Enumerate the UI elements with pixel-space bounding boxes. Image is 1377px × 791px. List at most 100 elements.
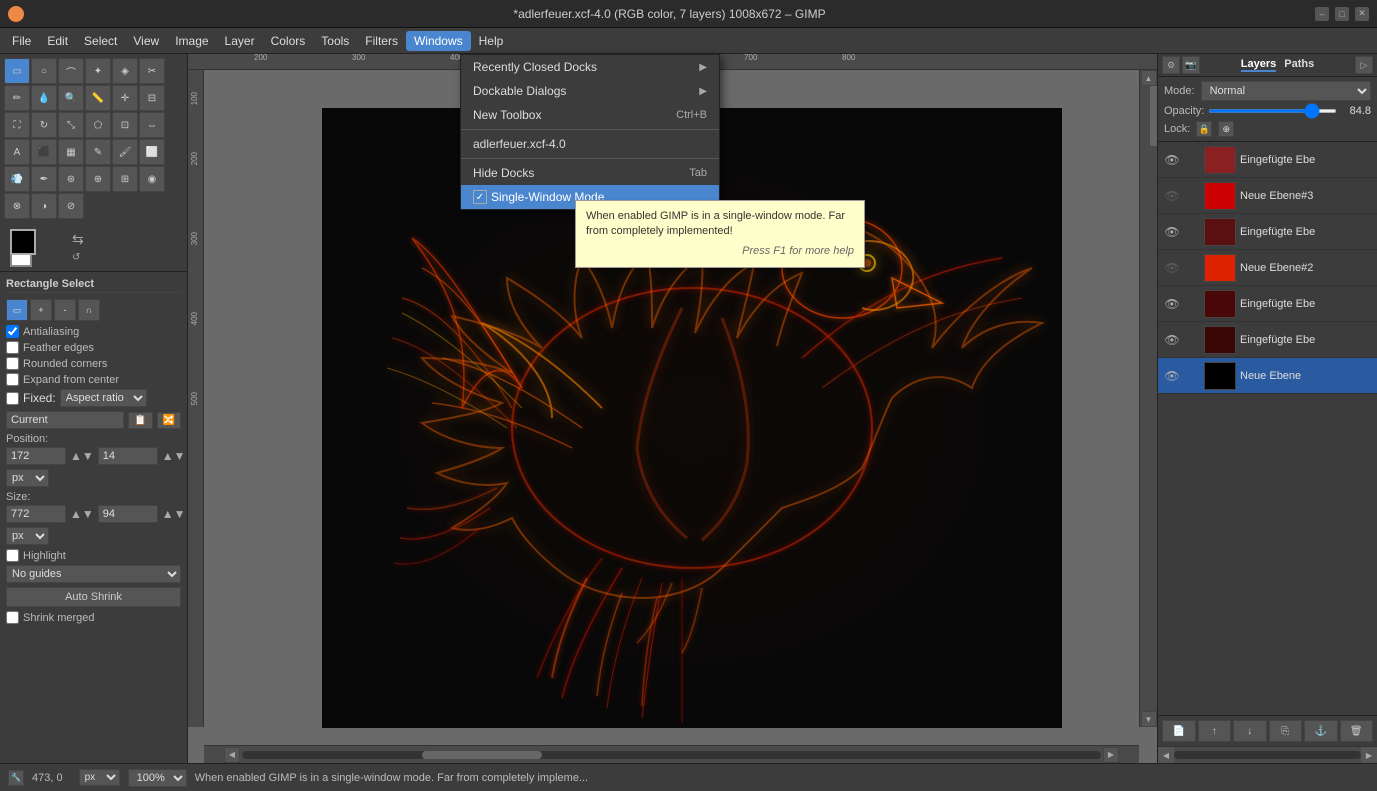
fixed-value-btn2[interactable]: 🔀 <box>157 412 181 429</box>
layer-visibility-toggle[interactable]: 👁 <box>1164 332 1180 348</box>
tool-eraser[interactable]: ⬜ <box>139 139 165 165</box>
tool-scissors[interactable]: ✂ <box>139 58 165 84</box>
layer-row[interactable]: 👁 Eingefügte Ebe <box>1158 214 1377 250</box>
tool-smudge[interactable]: ⊗ <box>4 193 30 219</box>
layer-mode-select[interactable]: Normal Multiply Screen Overlay Dodge Bur… <box>1201 81 1371 101</box>
vscroll-thumb[interactable] <box>1150 86 1158 146</box>
menu-view[interactable]: View <box>125 31 167 51</box>
tool-text[interactable]: A <box>4 139 30 165</box>
tool-rotate[interactable]: ↻ <box>31 112 57 138</box>
fixed-option-select[interactable]: Aspect ratio Width/Height Size <box>60 389 147 407</box>
tool-select-by-color[interactable]: ◈ <box>112 58 138 84</box>
layer-visibility-toggle[interactable]: 👁 <box>1164 368 1180 384</box>
menu-tools[interactable]: Tools <box>313 31 357 51</box>
tool-flip[interactable]: ⇔ <box>139 112 165 138</box>
vscroll-up-button[interactable]: ▲ <box>1141 70 1157 86</box>
paths-tab[interactable]: Paths <box>1284 58 1314 72</box>
tool-free-select[interactable]: ⌒ <box>58 58 84 84</box>
fixed-checkbox[interactable] <box>6 392 19 405</box>
adlerfeuer-item[interactable]: adlerfeuer.xcf-4.0 <box>461 132 719 156</box>
panel-config-button[interactable]: ⚙ <box>1162 56 1180 74</box>
antialiasing-checkbox[interactable] <box>6 325 19 338</box>
layers-tab[interactable]: Layers <box>1241 58 1276 72</box>
tool-heal[interactable]: ⊕ <box>85 166 111 192</box>
guides-select[interactable]: No guides Rule of thirds Center lines <box>6 565 181 583</box>
tool-align[interactable]: ⊟ <box>139 85 165 111</box>
tool-fuzzy-select[interactable]: ✦ <box>85 58 111 84</box>
highlight-checkbox[interactable] <box>6 549 19 562</box>
tool-zoom[interactable]: 🔍 <box>58 85 84 111</box>
delete-layer-button[interactable]: 🗑 <box>1340 720 1374 742</box>
position-x-stepper[interactable]: ▲▼ <box>70 449 94 463</box>
tool-shear[interactable]: ⬠ <box>85 112 111 138</box>
hide-docks-item[interactable]: Hide Docks Tab <box>461 161 719 185</box>
shrink-merged-checkbox[interactable] <box>6 611 19 624</box>
lower-layer-button[interactable]: ↓ <box>1233 720 1267 742</box>
tool-clone[interactable]: ⊛ <box>58 166 84 192</box>
layers-scroll-left[interactable]: ◀ <box>1158 747 1174 763</box>
tool-measure[interactable]: 📏 <box>85 85 111 111</box>
layer-visibility-toggle[interactable]: 👁 <box>1164 260 1180 276</box>
close-button[interactable]: ✕ <box>1355 7 1369 21</box>
raise-layer-button[interactable]: ↑ <box>1198 720 1232 742</box>
new-layer-button[interactable]: 📄 <box>1162 720 1196 742</box>
size-w-stepper[interactable]: ▲▼ <box>70 507 94 521</box>
layer-visibility-toggle[interactable]: 👁 <box>1164 188 1180 204</box>
layer-row[interactable]: 👁 Neue Ebene#2 <box>1158 250 1377 286</box>
layer-row[interactable]: 👁 Neue Ebene#3 <box>1158 178 1377 214</box>
size-h-input[interactable] <box>98 505 158 523</box>
feather-edges-checkbox[interactable] <box>6 341 19 354</box>
tool-perspective-clone[interactable]: ⊞ <box>112 166 138 192</box>
tool-bucket-fill[interactable]: ⬛ <box>31 139 57 165</box>
position-y-stepper[interactable]: ▲▼ <box>162 449 186 463</box>
coord-unit-select[interactable]: px mm <box>79 769 120 786</box>
size-h-stepper[interactable]: ▲▼ <box>162 507 186 521</box>
tool-crop[interactable]: ⛶ <box>4 112 30 138</box>
tool-dodge-burn[interactable]: ◑ <box>31 193 57 219</box>
maximize-button[interactable]: □ <box>1335 7 1349 21</box>
tool-desaturate[interactable]: ⊘ <box>58 193 84 219</box>
layer-visibility-toggle[interactable]: 👁 <box>1164 296 1180 312</box>
position-y-input[interactable] <box>98 447 158 465</box>
recently-closed-docks-item[interactable]: Recently Closed Docks ▶ <box>461 55 719 79</box>
tool-ink[interactable]: ✒ <box>31 166 57 192</box>
anchor-layer-button[interactable]: ⚓ <box>1304 720 1338 742</box>
size-w-input[interactable] <box>6 505 66 523</box>
tool-paths[interactable]: ✏ <box>4 85 30 111</box>
lock-pixels-button[interactable]: 🔒 <box>1196 121 1212 137</box>
layer-row[interactable]: 👁 Eingefügte Ebe <box>1158 322 1377 358</box>
rounded-corners-checkbox[interactable] <box>6 357 19 370</box>
menu-file[interactable]: File <box>4 31 39 51</box>
tool-rectangle-select[interactable]: ▭ <box>4 58 30 84</box>
fixed-value-btn1[interactable]: 📋 <box>128 412 152 429</box>
menu-layer[interactable]: Layer <box>217 31 263 51</box>
layer-row[interactable]: 👁 Neue Ebene <box>1158 358 1377 394</box>
tool-move[interactable]: ✛ <box>112 85 138 111</box>
fg-color-swatch[interactable] <box>10 229 36 255</box>
menu-edit[interactable]: Edit <box>39 31 76 51</box>
menu-windows[interactable]: Windows <box>406 31 471 51</box>
tool-airbrush[interactable]: 💨 <box>4 166 30 192</box>
fixed-value-input[interactable] <box>6 411 124 429</box>
position-unit-select[interactable]: px mm in <box>6 469 49 487</box>
auto-shrink-button[interactable]: Auto Shrink <box>6 587 181 607</box>
swap-colors-icon[interactable]: ⇆ <box>72 231 84 248</box>
hscroll-right-button[interactable]: ▶ <box>1103 747 1119 763</box>
layer-visibility-toggle[interactable]: 👁 <box>1164 224 1180 240</box>
opacity-slider[interactable] <box>1208 109 1337 113</box>
lock-position-button[interactable]: ⊕ <box>1218 121 1234 137</box>
tool-color-picker[interactable]: 💧 <box>31 85 57 111</box>
new-toolbox-item[interactable]: New Toolbox Ctrl+B <box>461 103 719 127</box>
hscroll-left-button[interactable]: ◀ <box>224 747 240 763</box>
dockable-dialogs-item[interactable]: Dockable Dialogs ▶ <box>461 79 719 103</box>
tool-paintbrush[interactable]: 🖌 <box>112 139 138 165</box>
mode-intersect-button[interactable]: ∩ <box>78 299 100 321</box>
duplicate-layer-button[interactable]: ⎘ <box>1269 720 1303 742</box>
position-x-input[interactable] <box>6 447 66 465</box>
menu-help[interactable]: Help <box>471 31 512 51</box>
menu-filters[interactable]: Filters <box>357 31 406 51</box>
expand-from-center-checkbox[interactable] <box>6 373 19 386</box>
zoom-level-select[interactable]: 100% 50% 200% <box>128 769 187 787</box>
status-icon[interactable]: 🔧 <box>8 770 24 786</box>
layer-row[interactable]: 👁 Eingefügte Ebe <box>1158 142 1377 178</box>
